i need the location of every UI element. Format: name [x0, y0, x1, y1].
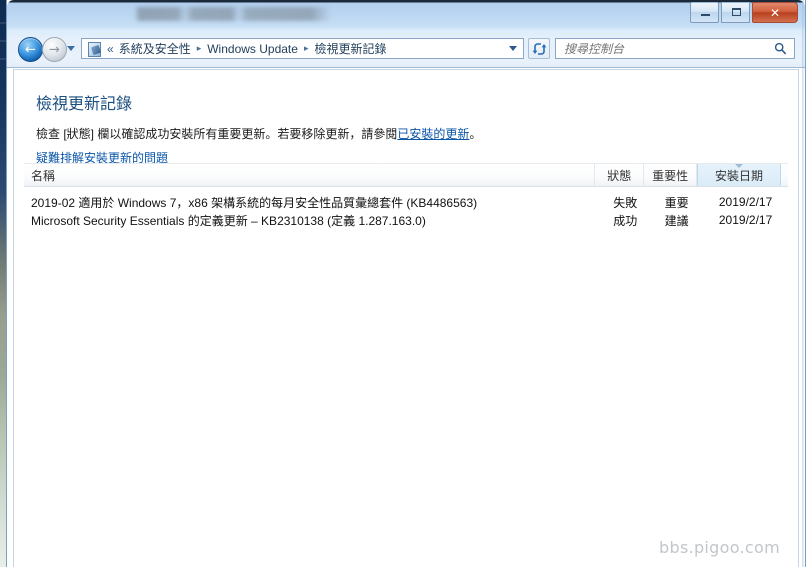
close-icon: ✕ [769, 5, 781, 20]
column-header-status[interactable]: 狀態 [595, 164, 645, 186]
column-header-filler [781, 164, 788, 186]
column-header-row: 名稱 狀態 重要性 安裝日期 [24, 163, 788, 187]
cell-update-name: Microsoft Security Essentials 的定義更新 – KB… [31, 213, 426, 228]
column-header-status-label: 狀態 [607, 168, 632, 183]
breadcrumb-separator-icon[interactable]: ▸ [304, 43, 309, 54]
cell-update-name: 2019-02 適用於 Windows 7，x86 架構系統的每月安全性品質彙總… [31, 195, 478, 210]
page-description: 檢查 [狀態] 欄以確認成功安裝所有重要更新。若要移除更新，請參閱已安裝的更新。 [36, 125, 798, 143]
cell-update-importance: 重要 [664, 195, 689, 210]
refresh-button[interactable] [528, 38, 550, 59]
column-header-name-label: 名稱 [31, 168, 56, 183]
column-header-importance[interactable]: 重要性 [644, 164, 697, 186]
update-history-list: 名稱 狀態 重要性 安裝日期 2019-02 適用於 Windows 7，x86… [24, 163, 788, 229]
back-arrow-icon: ← [25, 42, 36, 57]
control-panel-icon [86, 41, 102, 57]
table-row[interactable]: Microsoft Security Essentials 的定義更新 – KB… [24, 211, 788, 229]
forward-arrow-icon: → [49, 42, 60, 57]
search-icon[interactable] [774, 42, 787, 55]
recent-pages-chevron-down-icon[interactable] [67, 46, 75, 51]
address-chevron-down-icon[interactable] [509, 46, 517, 51]
sort-ascending-icon [734, 164, 743, 168]
table-row[interactable]: 2019-02 適用於 Windows 7，x86 架構系統的每月安全性品質彙總… [24, 193, 788, 211]
column-header-name[interactable]: 名稱 [24, 164, 595, 186]
window-right-border [802, 0, 805, 567]
cell-update-importance: 建議 [664, 213, 689, 228]
cell-update-date: 2019/2/17 [718, 195, 773, 209]
breadcrumb-item-system-and-security[interactable]: 系統及安全性 [117, 39, 193, 58]
installed-updates-link[interactable]: 已安裝的更新 [397, 127, 469, 141]
navigation-bar: ← → « 系統及安全性 ▸ Windows Update ▸ 檢視更新記錄 [7, 31, 805, 67]
page-title: 檢視更新記錄 [36, 96, 133, 113]
minimize-icon [701, 14, 710, 16]
window-controls: ✕ [690, 2, 798, 23]
window-title-redacted [135, 7, 331, 21]
column-header-importance-label: 重要性 [652, 168, 689, 183]
address-bar[interactable]: « 系統及安全性 ▸ Windows Update ▸ 檢視更新記錄 [81, 38, 524, 59]
maximize-button[interactable] [721, 2, 750, 23]
forward-button[interactable]: → [42, 37, 67, 62]
column-header-install-date-label: 安裝日期 [714, 168, 763, 183]
search-input[interactable] [556, 40, 766, 57]
description-text-after: 。 [469, 127, 482, 141]
title-bar[interactable]: ✕ [7, 0, 805, 30]
column-header-install-date[interactable]: 安裝日期 [696, 164, 782, 186]
description-text-before: 檢查 [狀態] 欄以確認成功安裝所有重要更新。若要移除更新，請參閱 [36, 127, 398, 141]
breadcrumb-item-windows-update[interactable]: Windows Update [205, 41, 300, 57]
control-panel-window: ✕ ← → « 系統及安全性 ▸ Windows Update ▸ 檢視更新記錄 [6, 0, 806, 567]
maximize-icon [732, 8, 741, 16]
minimize-button[interactable] [690, 2, 719, 23]
breadcrumb-item-view-update-history[interactable]: 檢視更新記錄 [312, 39, 388, 58]
close-button[interactable]: ✕ [752, 2, 798, 23]
cell-update-status: 失敗 [613, 195, 638, 210]
site-watermark: bbs.pigoo.com [659, 538, 780, 557]
refresh-icon [532, 43, 547, 55]
cell-update-status: 成功 [613, 213, 638, 228]
content-pane: 檢視更新記錄 檢查 [狀態] 欄以確認成功安裝所有重要更新。若要移除更新，請參閱… [13, 69, 799, 567]
cell-update-date: 2019/2/17 [718, 213, 773, 227]
back-button[interactable]: ← [18, 37, 43, 62]
breadcrumb-overflow-icon[interactable]: « [107, 42, 114, 56]
breadcrumb-separator-icon[interactable]: ▸ [197, 43, 202, 54]
search-box[interactable] [555, 38, 795, 59]
